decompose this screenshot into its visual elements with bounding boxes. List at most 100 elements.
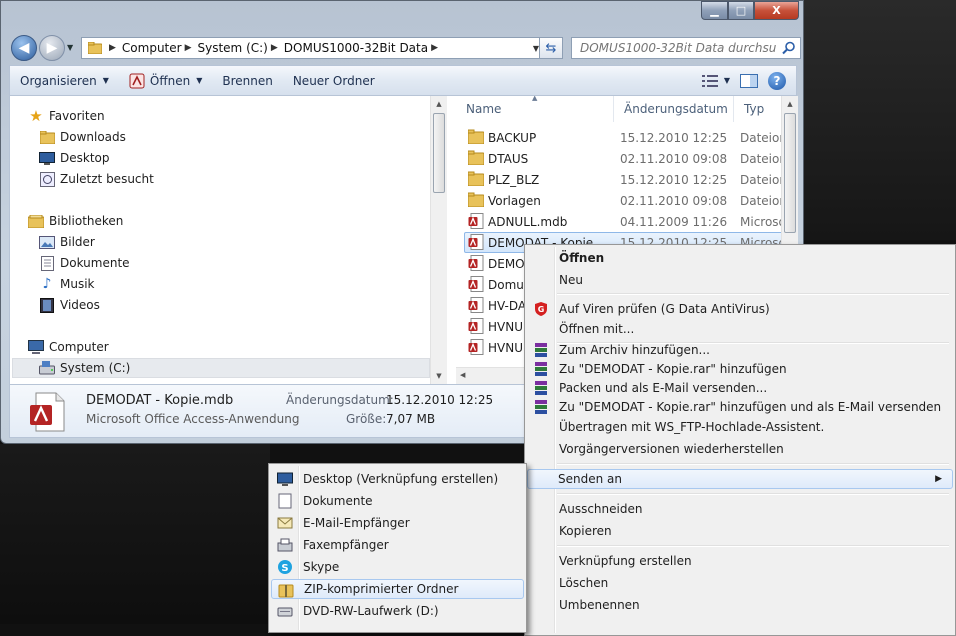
send-to-desktop[interactable]: Desktop (Verknüpfung erstellen) (271, 469, 524, 489)
menu-label: Zum Archiv hinzufügen... (559, 343, 710, 357)
minimize-button[interactable]: ▁ (701, 1, 728, 20)
file-row[interactable]: DTAUS 02.11.2010 09:08 Dateiorc (456, 148, 798, 169)
menu-item-rar-email[interactable]: Zu "DEMODAT - Kopie.rar" hinzufügen und … (527, 397, 953, 417)
send-to-dvd-drive[interactable]: DVD-RW-Laufwerk (D:) (271, 601, 524, 621)
submenu-arrow-icon: ▶ (935, 474, 942, 484)
breadcrumb-current-folder[interactable]: DOMUS1000-32Bit Data (284, 41, 428, 55)
burn-button[interactable]: Brennen (212, 66, 282, 95)
recent-pages-dropdown[interactable]: ▼ (67, 43, 73, 52)
menu-item-restore-versions[interactable]: Vorgängerversionen wiederherstellen (527, 439, 953, 459)
menu-item-delete[interactable]: Löschen (527, 573, 953, 593)
scroll-up-icon[interactable]: ▲ (431, 96, 447, 112)
nav-computer[interactable]: Computer (28, 337, 109, 357)
fax-icon (277, 538, 293, 552)
breadcrumb-system-c[interactable]: System (C:) (198, 41, 268, 55)
menu-item-new[interactable]: Neu (527, 270, 953, 290)
forward-button[interactable]: ▶ (39, 35, 65, 61)
search-input[interactable] (578, 40, 778, 56)
menu-label: Löschen (559, 576, 609, 590)
menu-label: DVD-RW-Laufwerk (D:) (303, 604, 439, 618)
nav-system-c[interactable]: System (C:) (12, 358, 430, 378)
menu-label: Übertragen mit WS_FTP-Hochlade-Assistent… (559, 420, 825, 434)
organize-label: Organisieren (20, 73, 97, 88)
view-options-button[interactable]: ▼ (701, 74, 730, 87)
menu-item-create-shortcut[interactable]: Verknüpfung erstellen (527, 551, 953, 571)
send-to-skype[interactable]: S Skype (271, 557, 524, 577)
file-row[interactable]: ADNULL.mdb 04.11.2009 11:26 Microso (456, 211, 798, 232)
scroll-up-icon[interactable]: ▲ (782, 96, 798, 112)
menu-item-open[interactable]: Öffnen (527, 248, 953, 268)
menu-item-add-archive[interactable]: Zum Archiv hinzufügen... (527, 340, 953, 360)
menu-label: E-Mail-Empfänger (303, 516, 410, 530)
file-name: BACKUP (488, 130, 537, 145)
music-icon: ♪ (42, 276, 52, 292)
nav-pictures[interactable]: Bilder (39, 232, 95, 252)
menu-item-virus-scan[interactable]: G Auf Viren prüfen (G Data AntiVirus) (527, 299, 953, 319)
column-header-name[interactable]: Name ▲ (456, 96, 614, 122)
drive-icon (39, 360, 55, 376)
gdata-shield-icon: G (535, 302, 547, 316)
details-view-icon (701, 74, 718, 87)
search-icon[interactable] (782, 41, 796, 55)
star-icon: ★ (29, 107, 43, 125)
sort-ascending-icon: ▲ (532, 96, 538, 102)
help-button[interactable]: ? (768, 71, 786, 90)
menu-item-ftp-upload[interactable]: Übertragen mit WS_FTP-Hochlade-Assistent… (527, 417, 953, 437)
nav-videos[interactable]: Videos (39, 295, 100, 315)
search-box[interactable] (571, 37, 801, 59)
winrar-icon (535, 343, 547, 357)
breadcrumb-separator-icon[interactable]: ▶ (185, 43, 192, 53)
file-date: 15.12.2010 12:25 (620, 172, 728, 187)
new-folder-button[interactable]: Neuer Ordner (283, 66, 385, 95)
nav-favorites[interactable]: ★ Favoriten (28, 106, 104, 126)
nav-label: Computer (49, 340, 109, 354)
nav-downloads[interactable]: Downloads (39, 127, 126, 147)
scroll-thumb[interactable] (784, 113, 796, 233)
back-button[interactable]: ◀ (11, 35, 37, 61)
menu-label: Dokumente (303, 494, 373, 508)
file-row[interactable]: BACKUP 15.12.2010 12:25 Dateiorc (456, 127, 798, 148)
navigation-pane[interactable]: ★ Favoriten Downloads Desktop Zuletzt be… (10, 96, 438, 384)
breadcrumb-computer[interactable]: Computer (122, 41, 182, 55)
arrow-right-icon: ▶ (46, 40, 58, 56)
nav-recent[interactable]: Zuletzt besucht (39, 169, 154, 189)
send-to-zip-folder[interactable]: ZIP-komprimierter Ordner (271, 579, 524, 599)
desktop-background-lower (0, 444, 270, 624)
breadcrumb-separator-icon[interactable]: ▶ (271, 43, 278, 53)
menu-item-cut[interactable]: Ausschneiden (527, 499, 953, 519)
breadcrumb-separator-icon[interactable]: ▶ (109, 43, 116, 53)
scroll-down-icon[interactable]: ▼ (431, 368, 447, 384)
send-to-fax-recipient[interactable]: Faxempfänger (271, 535, 524, 555)
send-to-documents[interactable]: Dokumente (271, 491, 524, 511)
menu-item-rename[interactable]: Umbenennen (527, 595, 953, 615)
navigation-scrollbar[interactable]: ▲ ▼ (430, 96, 447, 384)
preview-pane-icon[interactable] (740, 73, 758, 88)
send-to-submenu: Desktop (Verknüpfung erstellen) Dokument… (268, 463, 527, 633)
address-bar[interactable]: ▶ Computer ▶ System (C:) ▶ DOMUS1000-32B… (81, 37, 545, 59)
menu-item-add-rar[interactable]: Zu "DEMODAT - Kopie.rar" hinzufügen (527, 359, 953, 379)
menu-item-pack-email[interactable]: Packen und als E-Mail versenden... (527, 378, 953, 398)
column-header-date[interactable]: Änderungsdatum (614, 96, 734, 122)
nav-music[interactable]: ♪ Musik (39, 274, 95, 294)
organize-menu-button[interactable]: Organisieren ▼ (10, 66, 119, 95)
menu-item-open-with[interactable]: Öffnen mit... (527, 319, 953, 339)
refresh-button[interactable]: ⇆ (539, 37, 563, 59)
send-to-mail-recipient[interactable]: E-Mail-Empfänger (271, 513, 524, 533)
menu-label: Öffnen (559, 251, 605, 265)
menu-item-copy[interactable]: Kopieren (527, 521, 953, 541)
maximize-button[interactable]: □ (728, 1, 754, 20)
scroll-left-icon[interactable]: ◀ (460, 371, 465, 379)
menu-item-send-to[interactable]: Senden an ▶ (527, 469, 953, 489)
burn-label: Brennen (222, 73, 273, 88)
menu-label: ZIP-komprimierter Ordner (304, 582, 459, 596)
file-row[interactable]: PLZ_BLZ 15.12.2010 12:25 Dateiorc (456, 169, 798, 190)
nav-libraries[interactable]: Bibliotheken (28, 211, 123, 231)
breadcrumb-separator-icon[interactable]: ▶ (431, 43, 438, 53)
file-row[interactable]: Vorlagen 02.11.2010 09:08 Dateiorc (456, 190, 798, 211)
nav-documents[interactable]: Dokumente (39, 253, 130, 273)
scroll-thumb[interactable] (433, 113, 445, 193)
close-button[interactable]: X (754, 1, 799, 20)
nav-desktop[interactable]: Desktop (39, 148, 110, 168)
open-button[interactable]: Öffnen ▼ (119, 66, 212, 95)
menu-label: Neu (559, 273, 583, 287)
